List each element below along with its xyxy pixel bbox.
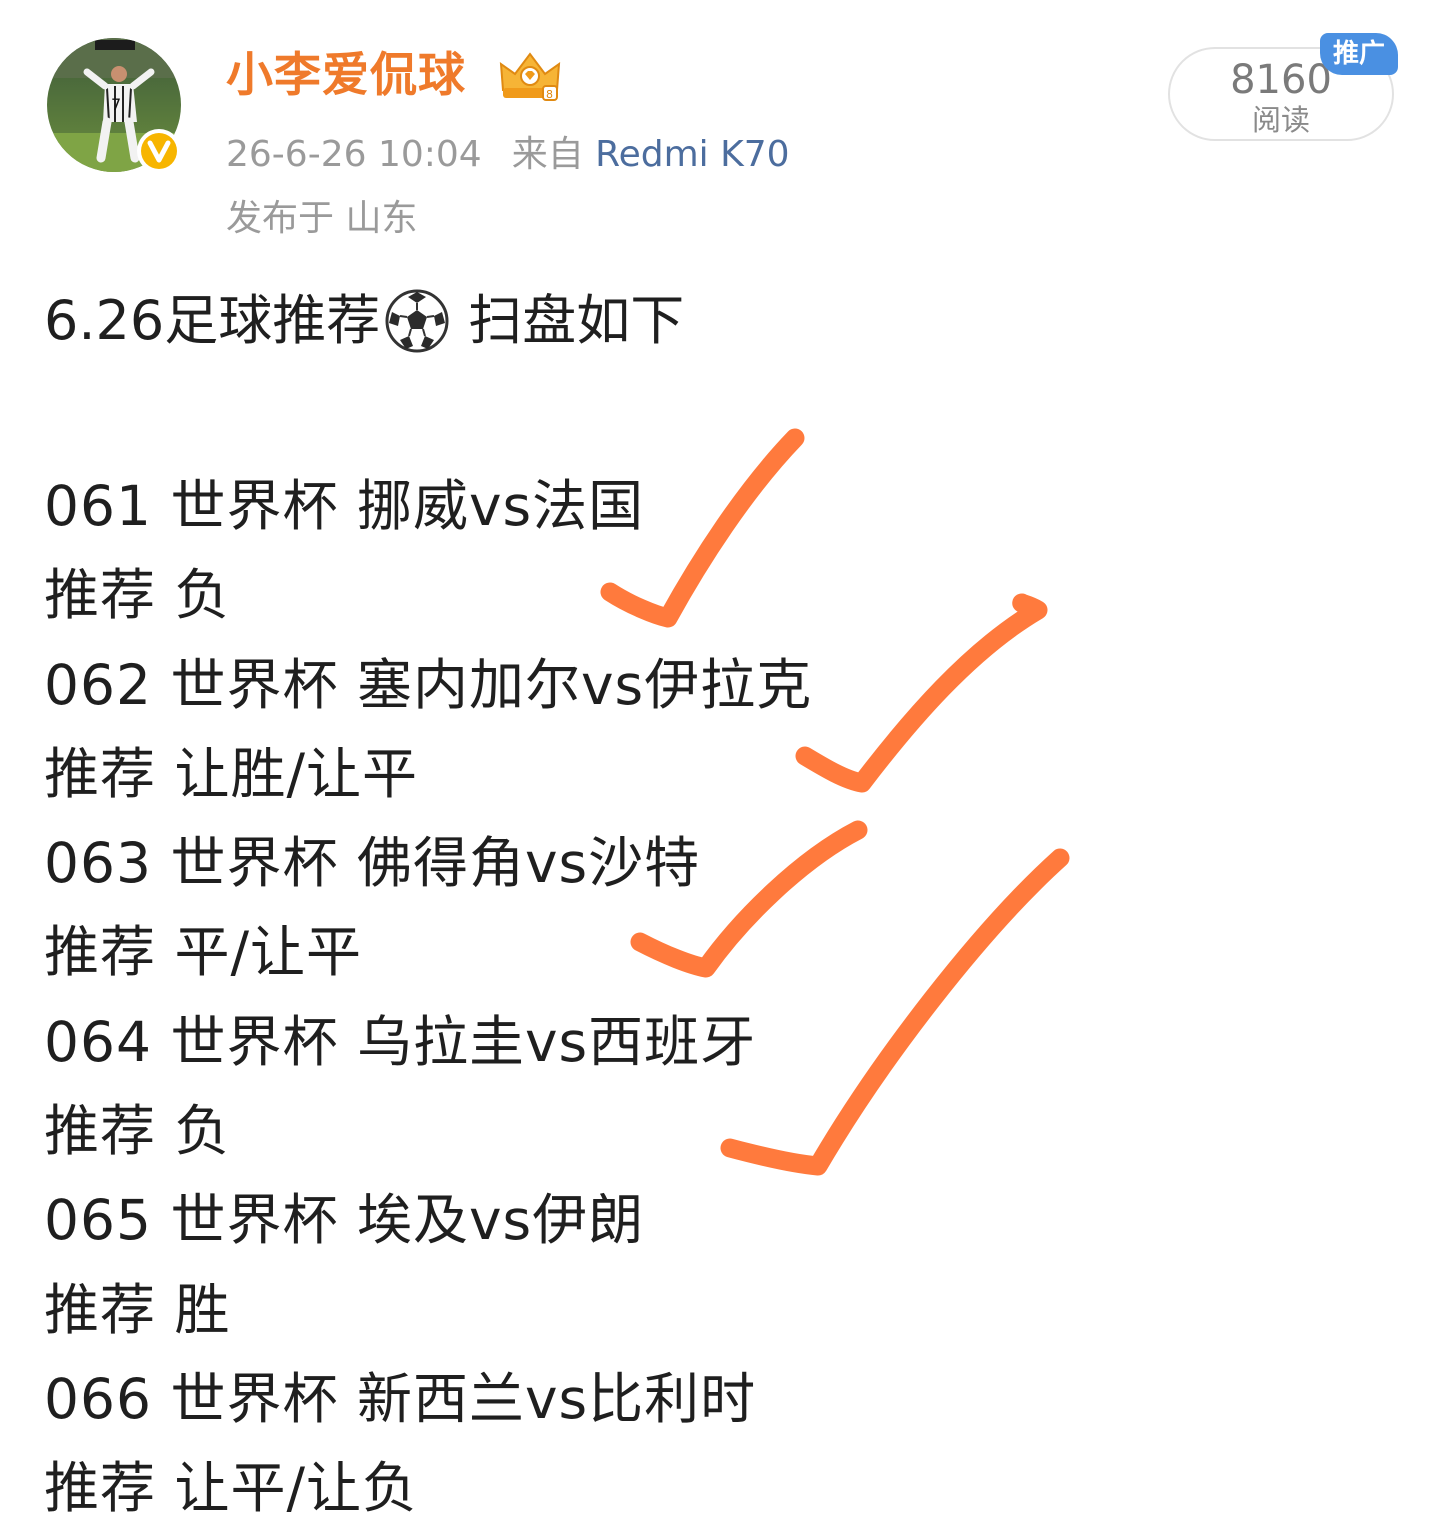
svg-text:8: 8 (546, 88, 553, 101)
match-line: 062 世界杯 塞内加尔vs伊拉克 (44, 652, 813, 717)
match-line: 061 世界杯 挪威vs法国 (44, 474, 645, 538)
match-line: 064 世界杯 乌拉圭vs西班牙 (44, 1009, 757, 1074)
post-title: 6.26足球推荐 扫盘如下 (44, 286, 684, 356)
username[interactable]: 小李爱侃球 (226, 44, 466, 108)
post-timestamp: 26-6-26 10:04 (226, 134, 482, 175)
post-location: 发布于 山东 (226, 198, 418, 239)
pick-line: 推荐 让胜/让平 (44, 741, 419, 806)
pick-line: 推荐 平/让平 (44, 920, 363, 985)
promo-tag[interactable]: 推广 (1320, 33, 1398, 75)
post-title-prefix: 6.26足球推荐 (44, 289, 381, 352)
post-title-suffix: 扫盘如下 (468, 289, 685, 352)
svg-text:7: 7 (111, 95, 121, 114)
crown-badge-icon[interactable]: 8 (497, 50, 563, 102)
pick-line: 推荐 让平/让负 (44, 1456, 419, 1521)
pick-line: 推荐 负 (44, 563, 231, 628)
orange-checkmark-icon (795, 593, 1048, 793)
device-link[interactable]: Redmi K70 (595, 134, 789, 175)
match-line: 065 世界杯 埃及vs伊朗 (44, 1188, 645, 1253)
prediction-list: 061 世界杯 挪威vs法国 推荐 负 062 世界杯 塞内加尔vs伊拉克 推荐… (44, 462, 812, 1534)
pick-line: 推荐 负 (44, 1099, 231, 1164)
post-meta: 26-6-26 10:04 来自 Redmi K70 (226, 132, 790, 178)
pick-line: 推荐 胜 (44, 1277, 231, 1342)
verified-v-badge-icon (137, 129, 181, 173)
match-line: 063 世界杯 佛得角vs沙特 (44, 831, 701, 896)
source-prefix: 来自 (511, 134, 584, 175)
match-line: 066 世界杯 新西兰vs比利时 (44, 1366, 757, 1431)
soccer-ball-icon (385, 289, 449, 353)
read-label: 阅读 (1251, 103, 1310, 137)
